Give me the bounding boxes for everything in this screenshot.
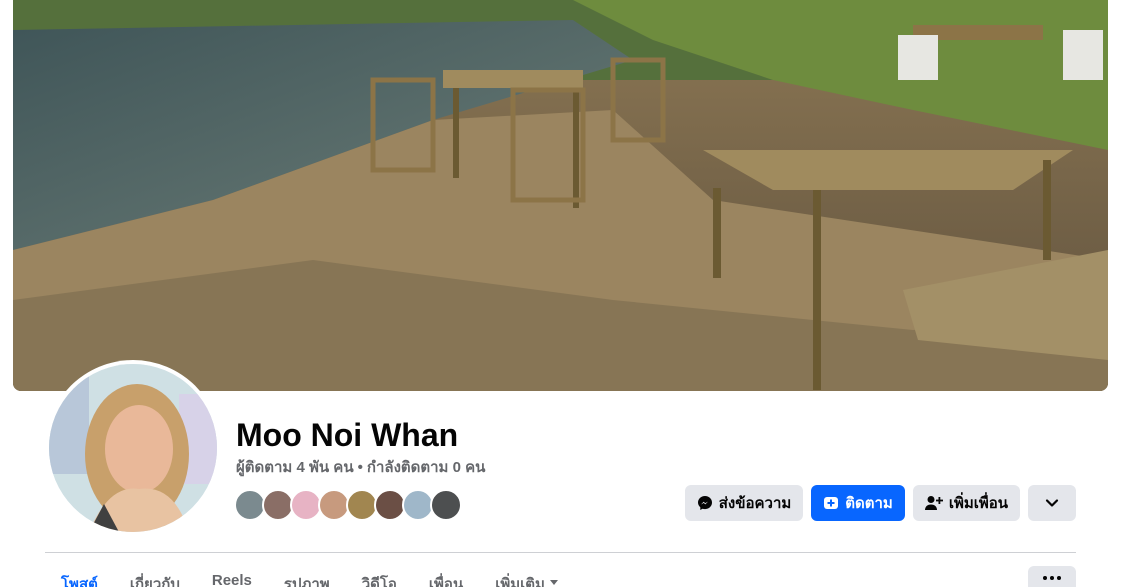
following-count[interactable]: กำลังติดตาม 0 คน bbox=[367, 459, 486, 476]
message-button[interactable]: ส่งข้อความ bbox=[684, 485, 804, 521]
follow-stats: ผู้ติดตาม 4 พัน คน • กำลังติดตาม 0 คน bbox=[236, 459, 485, 477]
add-friend-button-label: เพิ่มเพื่อน bbox=[948, 495, 1008, 512]
cover-photo[interactable] bbox=[13, 0, 1108, 391]
tab-posts[interactable]: โพสต์ bbox=[45, 568, 114, 587]
tab-reels[interactable]: Reels bbox=[196, 568, 268, 587]
tab-more[interactable]: เพิ่มเติม bbox=[479, 568, 575, 587]
caret-down-icon bbox=[549, 580, 558, 585]
chevron-down-icon bbox=[1045, 499, 1059, 507]
more-dots-button[interactable] bbox=[1028, 566, 1076, 587]
follow-button[interactable]: ติดตาม bbox=[811, 485, 905, 521]
more-dots-icon bbox=[1043, 576, 1047, 580]
stats-separator: • bbox=[357, 459, 363, 476]
mutual-friends-avatars bbox=[234, 489, 462, 521]
section-divider bbox=[45, 552, 1076, 553]
messenger-icon bbox=[697, 496, 712, 510]
add-friend-button[interactable]: เพิ่มเพื่อน bbox=[912, 485, 1020, 521]
avatar-image bbox=[49, 364, 217, 532]
tab-more-label: เพิ่มเติม bbox=[495, 576, 545, 587]
message-button-label: ส่งข้อความ bbox=[718, 495, 792, 512]
profile-avatar[interactable] bbox=[49, 364, 217, 532]
tab-photos[interactable]: รูปภาพ bbox=[268, 568, 346, 587]
more-dots-icon bbox=[1050, 576, 1054, 580]
profile-actions: ส่งข้อความ ติดตาม เพิ่มเพื่อน bbox=[684, 485, 1076, 521]
add-person-icon bbox=[924, 496, 943, 510]
tab-videos[interactable]: วิดีโอ bbox=[346, 568, 413, 587]
profile-name: Moo Noi Whan bbox=[236, 417, 459, 453]
profile-avatar-ring[interactable] bbox=[45, 360, 221, 536]
profile-tabs: โพสต์ เกี่ยวกับ Reels รูปภาพ วิดีโอ เพื่… bbox=[45, 568, 575, 587]
tab-friends[interactable]: เพื่อน bbox=[413, 568, 479, 587]
cover-image bbox=[13, 0, 1108, 391]
tab-about[interactable]: เกี่ยวกับ bbox=[114, 568, 196, 587]
friend-avatar[interactable] bbox=[430, 489, 462, 521]
expand-actions-button[interactable] bbox=[1028, 485, 1076, 521]
more-dots-icon bbox=[1057, 576, 1061, 580]
followers-count[interactable]: ผู้ติดตาม 4 พัน คน bbox=[236, 459, 354, 476]
follow-plus-icon bbox=[824, 497, 839, 509]
follow-button-label: ติดตาม bbox=[845, 495, 893, 512]
